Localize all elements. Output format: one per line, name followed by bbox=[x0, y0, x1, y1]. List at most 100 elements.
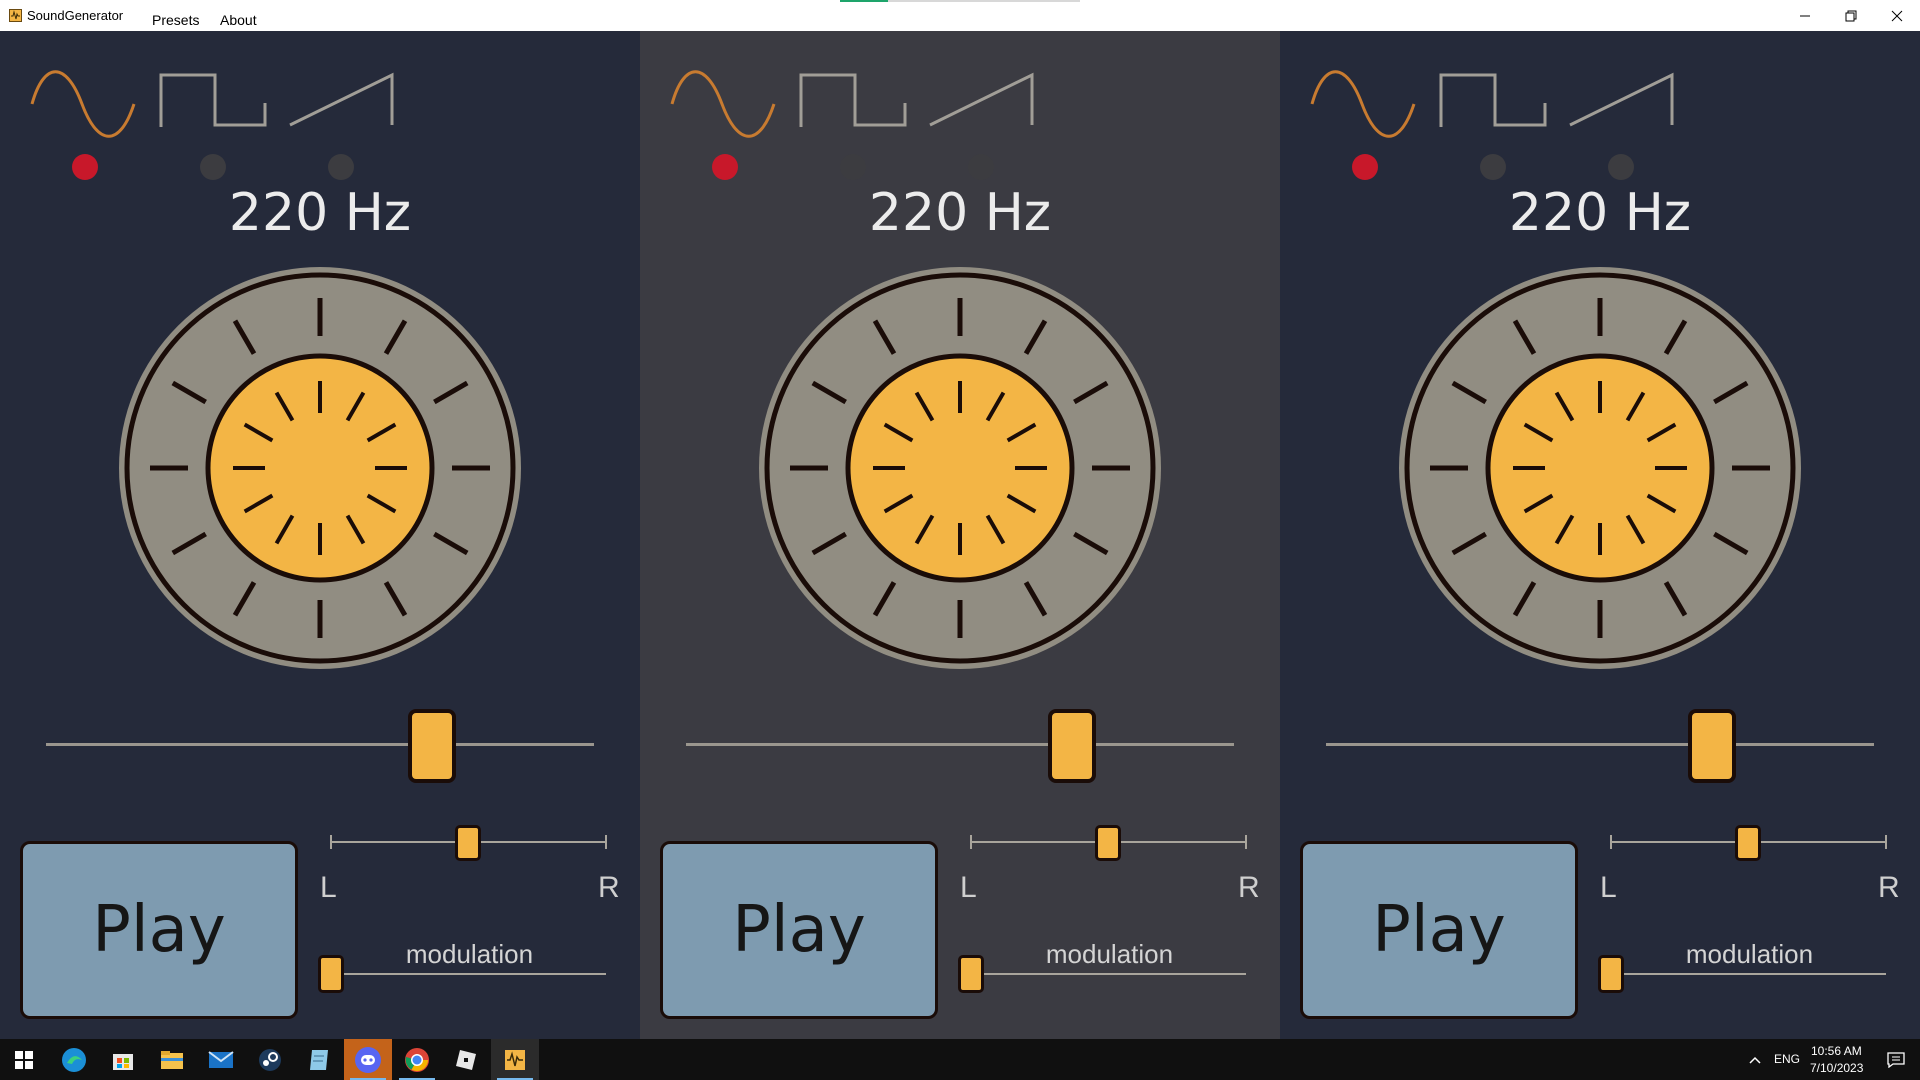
pan-right-label: R bbox=[598, 871, 620, 904]
modulation-slider-thumb[interactable] bbox=[958, 955, 984, 993]
taskbar-store[interactable] bbox=[99, 1039, 147, 1080]
waveform-radio-square[interactable] bbox=[1480, 154, 1506, 180]
frequency-knob[interactable] bbox=[1395, 263, 1805, 673]
sine-wave-icon[interactable] bbox=[1310, 70, 1416, 138]
file-explorer-icon bbox=[161, 1050, 183, 1069]
restore-button[interactable] bbox=[1828, 0, 1874, 31]
waveform-radio-sawtooth[interactable] bbox=[1608, 154, 1634, 180]
modulation-slider-thumb[interactable] bbox=[1598, 955, 1624, 993]
waveform-radio-sawtooth[interactable] bbox=[328, 154, 354, 180]
pan-slider-right-cap bbox=[605, 835, 607, 849]
waveform-icons bbox=[670, 70, 1034, 138]
chrome-icon bbox=[405, 1047, 429, 1072]
modulation-slider-track[interactable] bbox=[1600, 973, 1886, 975]
pan-slider-thumb[interactable] bbox=[1095, 825, 1121, 861]
modulation-slider-thumb[interactable] bbox=[318, 955, 344, 993]
frequency-readout: 220 Hz bbox=[868, 183, 1052, 243]
steam-icon bbox=[259, 1048, 281, 1071]
close-button[interactable] bbox=[1874, 0, 1920, 31]
generator-panel-3: 220 Hz Play L R modulation bbox=[1280, 31, 1920, 1039]
notification-icon bbox=[1887, 1051, 1905, 1068]
minimize-icon bbox=[1800, 15, 1810, 16]
chevron-up-icon bbox=[1749, 1056, 1761, 1064]
frequency-readout: 220 Hz bbox=[1508, 183, 1692, 243]
app-icon bbox=[9, 9, 22, 22]
close-icon bbox=[1891, 10, 1903, 21]
frequency-readout: 220 Hz bbox=[228, 183, 412, 243]
notepad-icon bbox=[310, 1049, 328, 1070]
clock-time[interactable]: 10:56 AM bbox=[1811, 1044, 1862, 1058]
clock-date[interactable]: 7/10/2023 bbox=[1810, 1061, 1863, 1075]
pan-left-label: L bbox=[320, 871, 337, 904]
pan-slider-thumb[interactable] bbox=[455, 825, 481, 861]
frequency-slider-thumb[interactable] bbox=[408, 709, 456, 783]
taskbar-roblox[interactable] bbox=[442, 1039, 490, 1080]
mail-icon bbox=[208, 1050, 234, 1068]
play-button[interactable]: Play bbox=[660, 841, 938, 1019]
pan-slider-left-cap bbox=[970, 835, 972, 849]
sine-wave-icon[interactable] bbox=[670, 70, 776, 138]
sine-wave-icon[interactable] bbox=[30, 70, 136, 138]
pan-slider-right-cap bbox=[1885, 835, 1887, 849]
windows-start-button[interactable] bbox=[0, 1039, 48, 1080]
modulation-slider-track[interactable] bbox=[960, 973, 1246, 975]
sawtooth-wave-icon[interactable] bbox=[289, 72, 394, 127]
frequency-knob[interactable] bbox=[755, 263, 1165, 673]
store-icon bbox=[113, 1053, 133, 1070]
taskbar-mail[interactable] bbox=[197, 1039, 245, 1080]
modulation-label: modulation bbox=[1045, 939, 1174, 969]
taskbar-chrome[interactable] bbox=[393, 1039, 441, 1080]
taskbar-file-explorer[interactable] bbox=[148, 1039, 196, 1080]
notification-center-button[interactable] bbox=[1872, 1039, 1920, 1080]
sawtooth-wave-icon[interactable] bbox=[1569, 72, 1674, 127]
pan-right-label: R bbox=[1238, 871, 1260, 904]
play-button[interactable]: Play bbox=[1300, 841, 1578, 1019]
window-title: SoundGenerator bbox=[27, 8, 124, 23]
waveform-icons bbox=[1310, 70, 1674, 138]
waveform-radio-sine[interactable] bbox=[72, 154, 98, 180]
frequency-slider-thumb[interactable] bbox=[1688, 709, 1736, 783]
waveform-radio-sine[interactable] bbox=[712, 154, 738, 180]
title-progress-track bbox=[888, 0, 1080, 2]
title-progress-accent bbox=[840, 0, 888, 2]
waveform-radio-sine[interactable] bbox=[1352, 154, 1378, 180]
soundgenerator-icon bbox=[505, 1049, 525, 1070]
frequency-slider-track[interactable] bbox=[1326, 743, 1874, 746]
taskbar-steam[interactable] bbox=[246, 1039, 294, 1080]
waveform-radio-square[interactable] bbox=[200, 154, 226, 180]
generator-panel-2: 220 Hz Play L R modulation bbox=[640, 31, 1280, 1039]
frequency-slider-track[interactable] bbox=[686, 743, 1234, 746]
taskbar-discord[interactable] bbox=[344, 1039, 392, 1080]
pan-slider-left-cap bbox=[1610, 835, 1612, 849]
taskbar-notepad[interactable] bbox=[295, 1039, 343, 1080]
restore-icon bbox=[1845, 10, 1857, 21]
modulation-label: modulation bbox=[405, 939, 534, 969]
tray-chevron[interactable] bbox=[1740, 1039, 1770, 1080]
pan-slider-thumb[interactable] bbox=[1735, 825, 1761, 861]
frequency-slider-thumb[interactable] bbox=[1048, 709, 1096, 783]
square-wave-icon[interactable] bbox=[1439, 73, 1547, 127]
frequency-knob[interactable] bbox=[115, 263, 525, 673]
sawtooth-wave-icon[interactable] bbox=[929, 72, 1034, 127]
square-wave-icon[interactable] bbox=[799, 73, 907, 127]
frequency-slider-track[interactable] bbox=[46, 743, 594, 746]
minimize-button[interactable] bbox=[1782, 0, 1828, 31]
play-button[interactable]: Play bbox=[20, 841, 298, 1019]
modulation-label: modulation bbox=[1685, 939, 1814, 969]
roblox-icon bbox=[456, 1049, 476, 1070]
taskbar-edge[interactable] bbox=[50, 1039, 98, 1080]
taskbar: ENG 10:56 AM 7/10/2023 bbox=[0, 1039, 1920, 1080]
waveform-radio-square[interactable] bbox=[840, 154, 866, 180]
title-bar: SoundGenerator Presets About bbox=[0, 0, 1920, 31]
taskbar-soundgenerator[interactable] bbox=[491, 1039, 539, 1080]
menu-presets[interactable]: Presets bbox=[152, 12, 199, 28]
pan-left-label: L bbox=[1600, 871, 1617, 904]
waveform-radio-sawtooth[interactable] bbox=[968, 154, 994, 180]
windows-start-icon bbox=[15, 1050, 33, 1069]
menu-about[interactable]: About bbox=[220, 12, 257, 28]
pan-right-label: R bbox=[1878, 871, 1900, 904]
square-wave-icon[interactable] bbox=[159, 73, 267, 127]
language-indicator[interactable]: ENG bbox=[1774, 1052, 1800, 1066]
modulation-slider-track[interactable] bbox=[320, 973, 606, 975]
discord-icon bbox=[355, 1046, 381, 1073]
